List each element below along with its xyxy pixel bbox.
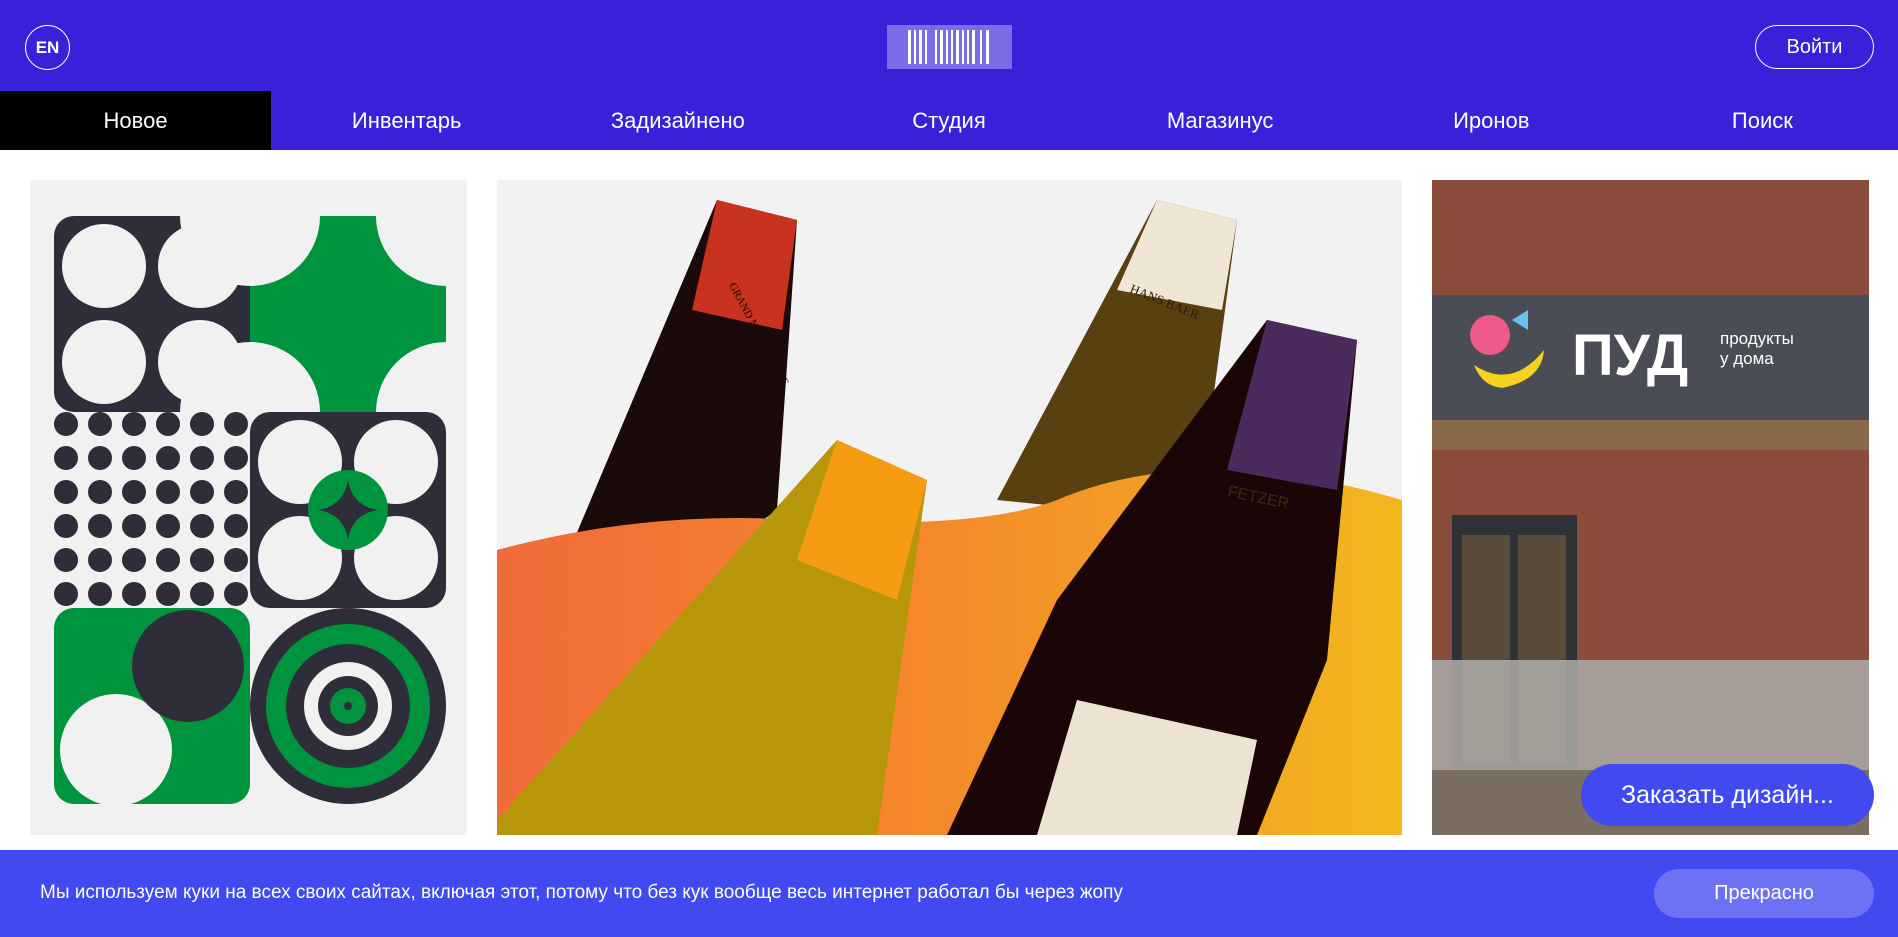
pattern-artwork-card[interactable]: [30, 180, 467, 835]
cookie-text: Мы используем куки на всех своих сайтах,…: [40, 882, 1123, 903]
nav-item-search[interactable]: Поиск: [1627, 91, 1898, 150]
store-tagline-2: у дома: [1720, 349, 1774, 368]
store-tagline-1: продукты: [1720, 329, 1794, 348]
storefront-image: ПУД продукты у дома: [1432, 180, 1869, 835]
order-design-button[interactable]: Заказать дизайн...: [1581, 764, 1874, 826]
cookie-banner: Мы используем куки на всех своих сайтах,…: [0, 850, 1898, 937]
nav-item-ironov[interactable]: Иронов: [1356, 91, 1627, 150]
wine-bottles-image: GRAND NOIR FRANCE HANS BAER FETZER: [497, 200, 1402, 835]
nav-item-designed[interactable]: Задизайнено: [542, 91, 813, 150]
nav-item-shop[interactable]: Магазинус: [1085, 91, 1356, 150]
nav-item-studio[interactable]: Студия: [813, 91, 1084, 150]
geometric-pattern-image: [54, 180, 467, 806]
language-switch-button[interactable]: EN: [25, 25, 70, 70]
cookie-accept-button[interactable]: Прекрасно: [1654, 869, 1874, 918]
wine-labels-card[interactable]: GRAND NOIR FRANCE HANS BAER FETZER: [497, 180, 1402, 835]
store-sign-card[interactable]: ПУД продукты у дома: [1432, 180, 1869, 835]
barcode-logo[interactable]: [887, 25, 1012, 69]
main-nav: Новое Инвентарь Задизайнено Студия Магаз…: [0, 91, 1898, 150]
login-button[interactable]: Войти: [1755, 25, 1874, 69]
header: EN Войти: [0, 0, 1898, 91]
barcode-icon: [907, 30, 989, 64]
nav-item-inventory[interactable]: Инвентарь: [271, 91, 542, 150]
nav-item-new[interactable]: Новое: [0, 91, 272, 150]
store-sign-name: ПУД: [1572, 323, 1688, 388]
